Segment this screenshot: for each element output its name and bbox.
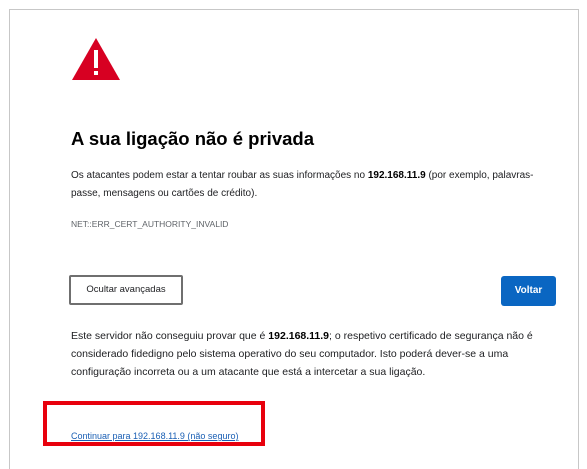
back-button[interactable]: Voltar [501, 276, 556, 306]
highlight-box [43, 401, 265, 446]
description-text-before: Os atacantes podem estar a tentar roubar… [71, 170, 368, 181]
advanced-details-text: Este servidor não conseguiu provar que é… [71, 327, 541, 381]
error-description: Os atacantes podem estar a tentar roubar… [71, 167, 556, 203]
description-host: 192.168.11.9 [367, 170, 426, 181]
details-text-before: Este servidor não conseguiu provar que é [71, 330, 269, 342]
error-code: NET::ERR_CERT_AUTHORITY_INVALID [71, 219, 229, 229]
hide-advanced-button[interactable]: Ocultar avançadas [69, 275, 183, 305]
details-host: 192.168.11.9 [268, 330, 330, 342]
error-page-frame: A sua ligação não é privada Os atacantes… [9, 9, 579, 469]
warning-triangle-icon [72, 38, 120, 80]
page-title: A sua ligação não é privada [71, 128, 314, 149]
